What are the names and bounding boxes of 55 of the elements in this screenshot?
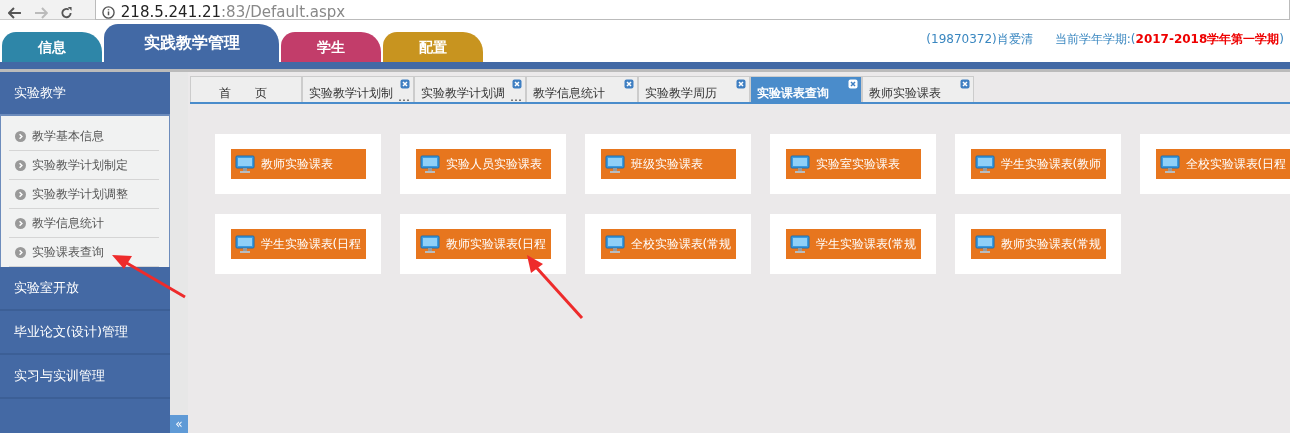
chevron-icon [15, 159, 26, 171]
monitor-icon [234, 155, 255, 173]
page-tab[interactable]: 首 页 [190, 76, 302, 102]
sidebar-item[interactable]: 教学基本信息 [9, 122, 159, 151]
annotation-arrow [527, 255, 584, 319]
page-tab[interactable]: 实验课表查询 [750, 76, 862, 102]
page-tab[interactable]: 实验教学计划调 … [414, 76, 526, 102]
sidebar-item[interactable]: 实验教学计划制定 [9, 151, 159, 180]
monitor-icon [604, 235, 625, 253]
monitor-icon [419, 155, 440, 173]
schedule-button[interactable]: 实验人员实验课表 [415, 149, 551, 179]
schedule-button[interactable]: 全校实验课表(常规 [600, 229, 736, 259]
chevron-icon [15, 246, 26, 258]
nav-tab[interactable]: 学生 [281, 32, 381, 62]
close-icon[interactable] [960, 79, 970, 89]
monitor-icon [789, 235, 810, 253]
nav-tab[interactable]: 实践教学管理 [104, 24, 279, 62]
monitor-icon [974, 155, 995, 173]
schedule-button[interactable]: 班级实验课表 [600, 149, 736, 179]
collapse-button[interactable]: « [170, 415, 188, 433]
page-tab[interactable]: 实验教学计划制 … [302, 76, 414, 102]
close-icon[interactable] [848, 79, 858, 89]
monitor-icon [1159, 155, 1180, 173]
monitor-icon [419, 235, 440, 253]
monitor-icon [789, 155, 810, 173]
nav-tab[interactable]: 信息 [2, 32, 102, 62]
schedule-button[interactable]: 学生实验课表(教师 [970, 149, 1106, 179]
address-bar[interactable]: 218.5.241.21:83/Default.aspx [94, 0, 1290, 20]
schedule-button[interactable]: 学生实验课表(日程 [230, 229, 366, 259]
schedule-button[interactable]: 学生实验课表(常规 [785, 229, 921, 259]
monitor-icon [974, 235, 995, 253]
schedule-button[interactable]: 实验室实验课表 [785, 149, 921, 179]
close-icon[interactable] [624, 79, 634, 89]
page-tab[interactable]: 教师实验课表 [862, 76, 974, 102]
monitor-icon [234, 235, 255, 253]
user-name: (19870372)肖爱清 [926, 31, 1033, 48]
schedule-button[interactable]: 教师实验课表 [230, 149, 366, 179]
current-term: 当前学年学期:(2017-2018学年第一学期) [1054, 31, 1284, 48]
sidebar-item[interactable]: 实验教学计划调整 [9, 180, 159, 209]
monitor-icon [604, 155, 625, 173]
sidebar-item[interactable]: 教学信息统计 [9, 209, 159, 238]
schedule-button[interactable]: 教师实验课表(常规 [970, 229, 1106, 259]
info-icon[interactable] [101, 6, 115, 19]
schedule-button[interactable]: 全校实验课表(日程 [1155, 149, 1290, 179]
back-icon[interactable] [8, 7, 22, 19]
page-tab[interactable]: 实验教学周历 [638, 76, 750, 102]
chevron-icon [15, 217, 26, 229]
close-icon[interactable] [400, 79, 410, 89]
close-icon[interactable] [736, 79, 746, 89]
reload-icon[interactable] [59, 7, 73, 19]
page-tab[interactable]: 教学信息统计 [526, 76, 638, 102]
chevron-icon [15, 130, 26, 142]
schedule-button[interactable]: 教师实验课表(日程 [415, 229, 551, 259]
chevron-icon [15, 188, 26, 200]
close-icon[interactable] [512, 79, 522, 89]
